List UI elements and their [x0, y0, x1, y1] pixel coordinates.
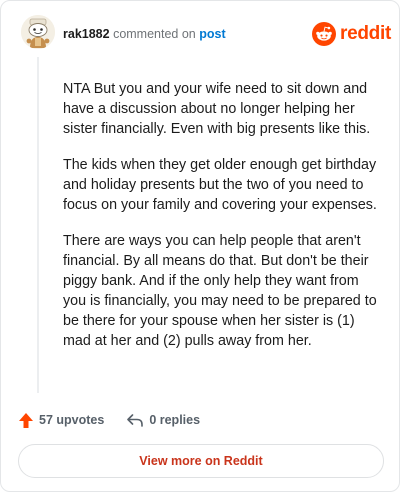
- brand-wordmark: reddit: [340, 23, 391, 44]
- reddit-logo-icon: [312, 22, 336, 46]
- comment-embed-card: rak1882 commented on post reddit NTA But…: [0, 0, 400, 492]
- snoo-avatar-icon: [21, 15, 55, 49]
- reply-arrow-icon: [127, 414, 144, 427]
- thread-line[interactable]: [37, 57, 39, 393]
- commented-on-text: commented on: [113, 27, 196, 41]
- post-link[interactable]: post: [199, 27, 225, 41]
- user-avatar[interactable]: [21, 15, 55, 49]
- replies-button[interactable]: 0 replies: [126, 412, 200, 428]
- view-more-button[interactable]: View more on Reddit: [18, 444, 384, 478]
- upvote-arrow-icon: [19, 412, 33, 428]
- comment-actions: 57 upvotes 0 replies: [18, 409, 200, 431]
- reply-count: 0 replies: [149, 413, 201, 427]
- username-link[interactable]: rak1882: [63, 27, 110, 41]
- comment-paragraph: The kids when they get older enough get …: [63, 157, 377, 213]
- upvote-button[interactable]: 57 upvotes: [18, 412, 104, 429]
- comment-header: rak1882 commented on post: [63, 27, 226, 41]
- comment-paragraph: NTA But you and your wife need to sit do…: [63, 81, 371, 137]
- comment-paragraph: There are ways you can help people that …: [63, 233, 377, 349]
- comment-body: NTA But you and your wife need to sit do…: [63, 79, 381, 367]
- upvote-count: 57 upvotes: [39, 413, 105, 427]
- reddit-brand[interactable]: reddit: [312, 22, 391, 46]
